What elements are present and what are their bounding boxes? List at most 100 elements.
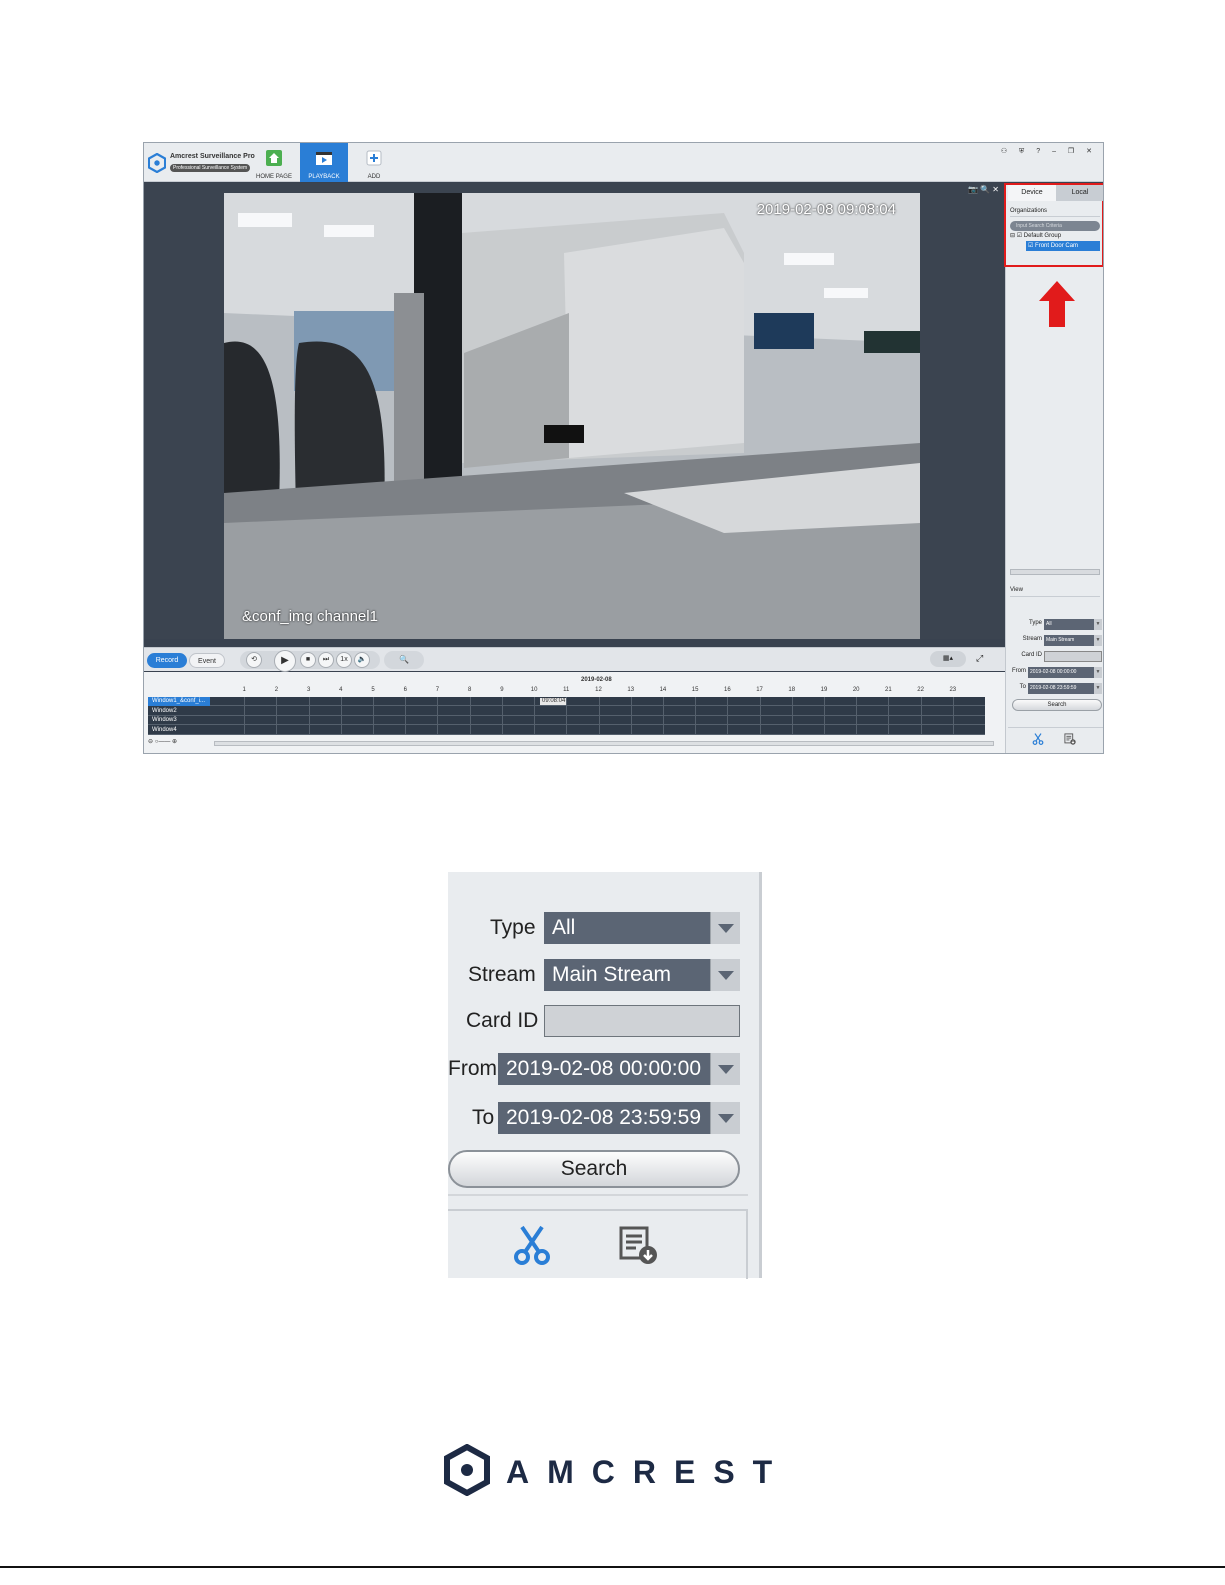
zoom-to-datetime[interactable]: 2019-02-08 23:59:59	[498, 1102, 712, 1134]
timeline-hour-label: 22	[917, 687, 924, 693]
nav-add[interactable]: ADD	[350, 143, 398, 182]
from-label: From	[1012, 668, 1026, 674]
window-controls[interactable]: ⚇ ⛨ ? – ❐ ✕	[1001, 147, 1097, 156]
from-datetime[interactable]: 2019-02-08 00:00:00	[1028, 667, 1094, 678]
zoom-stream-select[interactable]: Main Stream	[544, 959, 712, 991]
timeline-grid-line	[759, 697, 761, 735]
organization-tree: Organizations Input Search Criteria ⊟ ☑ …	[1010, 205, 1100, 251]
video-scene-image	[224, 193, 920, 639]
download-list-icon[interactable]	[1064, 732, 1076, 746]
zoom-type-dropdown-icon[interactable]	[710, 912, 740, 944]
device-tabs: Device Local	[1008, 185, 1103, 201]
zoom-card-input[interactable]	[544, 1005, 740, 1037]
volume-button[interactable]: 🔈	[354, 652, 370, 668]
timeline-hour-label: 17	[756, 687, 763, 693]
zoom-slider[interactable]: ○——	[155, 739, 171, 745]
nav-playback-label: PLAYBACK	[308, 174, 340, 180]
panel-scrollbar[interactable]	[1010, 569, 1100, 575]
timeline-grid[interactable]: 09:08:04	[212, 697, 985, 735]
tab-local[interactable]: Local	[1056, 185, 1103, 201]
zoom-to-row: To 2019-02-08 23:59:59	[448, 1102, 748, 1134]
card-id-input[interactable]	[1044, 651, 1102, 662]
nav-home-page[interactable]: HOME PAGE	[250, 143, 298, 182]
event-tab-button[interactable]: Event	[189, 653, 225, 668]
camera-label: Front Door Cam	[1035, 243, 1079, 249]
playback-icon	[316, 152, 332, 165]
zoom-type-select[interactable]: All	[544, 912, 712, 944]
timeline-time-marker[interactable]: 09:08:04	[540, 698, 568, 705]
sync-button[interactable]: ⟲	[246, 652, 262, 668]
video-frame[interactable]: 2019-02-08 09:08:04 &conf_img channel1	[224, 193, 920, 639]
nav-playback[interactable]: PLAYBACK	[300, 143, 348, 182]
zoom-stream-label: Stream	[468, 963, 536, 986]
event-label: Event	[198, 658, 216, 665]
video-viewer[interactable]: 📷🔍✕ 2019-02-08 09:08:04 &conf_img channe…	[144, 183, 1005, 639]
type-row: Type All ▼	[1008, 617, 1103, 633]
zoom-stream-row: Stream Main Stream	[448, 959, 748, 991]
zoom-to-dropdown-icon[interactable]	[710, 1102, 740, 1134]
nav-add-label: ADD	[367, 174, 381, 180]
organizations-header[interactable]: Organizations	[1010, 205, 1100, 217]
view-dropdown[interactable]: View	[1010, 583, 1100, 597]
timeline-scrollbar[interactable]	[214, 741, 994, 746]
scissors-icon[interactable]	[1032, 732, 1044, 746]
tab-device[interactable]: Device	[1008, 185, 1056, 201]
playback-screenshot: Amcrest Surveillance Pro Professional Su…	[143, 142, 1104, 754]
stream-select[interactable]: Main Stream	[1044, 635, 1094, 646]
search-form: Type All ▼ Stream Main Stream ▼ Card ID …	[1008, 617, 1103, 713]
right-panel: Device Local Organizations Input Search …	[1004, 183, 1103, 753]
fullscreen-button[interactable]: ⤢	[976, 653, 983, 664]
timeline-grid-line	[823, 697, 825, 735]
from-row: From 2019-02-08 00:00:00 ▼	[1008, 665, 1103, 681]
zoom-from-row: From 2019-02-08 00:00:00	[448, 1053, 748, 1085]
timeline-grid-line	[630, 697, 632, 735]
to-dropdown-icon[interactable]: ▼	[1094, 683, 1102, 694]
timeline-zoom-button[interactable]: 🔍	[384, 651, 424, 669]
play-button[interactable]: ▶	[274, 650, 296, 672]
from-dropdown-icon[interactable]: ▼	[1094, 667, 1102, 678]
zoom-in-icon[interactable]: ⊕	[172, 739, 177, 745]
window-layout-button[interactable]: ▦▴	[930, 651, 966, 667]
timeline-window-label: Window2	[152, 707, 177, 714]
zoom-from-datetime[interactable]: 2019-02-08 00:00:00	[498, 1053, 712, 1085]
zoom-card-row: Card ID	[448, 1005, 748, 1037]
stream-dropdown-icon[interactable]: ▼	[1094, 635, 1102, 646]
timeline-rows[interactable]: Window4 Window3 Window2 Window1_&conf_i... …	[148, 697, 985, 735]
zoom-scissors-icon[interactable]	[512, 1225, 552, 1265]
timeline-hour-label: 8	[467, 687, 472, 693]
stop-button[interactable]: ■	[300, 652, 316, 668]
amcrest-footer-logo: AMCREST	[444, 1444, 774, 1498]
playback-control-bar: Record Event ⟲ ▶ ■ ⏭ 1x 🔈 🔍 ▦▴ ⤢	[144, 647, 1005, 672]
timeline-grid-line	[952, 697, 954, 735]
zoom-from-dropdown-icon[interactable]	[710, 1053, 740, 1085]
timeline-hour-label: 2	[274, 687, 279, 693]
record-tab-button[interactable]: Record	[147, 653, 187, 668]
timeline-grid-line	[856, 697, 858, 735]
amcrest-hexagon-icon	[444, 1444, 490, 1496]
timeline-window-label: Window4	[152, 726, 177, 733]
timeline-grid-line	[373, 697, 375, 735]
search-button[interactable]: Search	[1012, 699, 1102, 711]
search-panel-zoom: Type All Stream Main Stream Card ID From…	[448, 872, 762, 1279]
timeline-bottom-bar: ⊖ ○—— ⊕	[148, 738, 996, 748]
zoom-search-button[interactable]: Search	[448, 1150, 740, 1188]
timeline-hour-label: 3	[306, 687, 311, 693]
speed-button[interactable]: 1x	[336, 652, 352, 668]
type-select[interactable]: All	[1044, 619, 1094, 630]
to-datetime[interactable]: 2019-02-08 23:59:59	[1028, 683, 1094, 694]
tree-item-default-group[interactable]: ⊟ ☑ Default Group	[1010, 231, 1100, 241]
stream-row: Stream Main Stream ▼	[1008, 633, 1103, 649]
zoom-type-row: Type All	[448, 912, 748, 944]
zoom-download-list-icon[interactable]	[618, 1225, 658, 1265]
to-row: To 2019-02-08 23:59:59 ▼	[1008, 681, 1103, 697]
zoom-out-icon[interactable]: ⊖	[148, 739, 153, 745]
zoom-stream-dropdown-icon[interactable]	[710, 959, 740, 991]
timeline-hour-label: 11	[563, 687, 570, 693]
tree-item-camera[interactable]: ☑ Front Door Cam	[1026, 241, 1100, 251]
timeline-hour-scale: 1 2 3 4 5 6 7 8 9 10 11 12 13 14 15 16 17 18 19 20 21 22 23	[212, 687, 985, 697]
next-frame-button[interactable]: ⏭	[318, 652, 334, 668]
type-dropdown-icon[interactable]: ▼	[1094, 619, 1102, 630]
device-search-input[interactable]: Input Search Criteria	[1010, 221, 1100, 231]
search-row: Search	[1008, 697, 1103, 713]
viewer-tools[interactable]: 📷🔍✕	[968, 185, 1001, 194]
